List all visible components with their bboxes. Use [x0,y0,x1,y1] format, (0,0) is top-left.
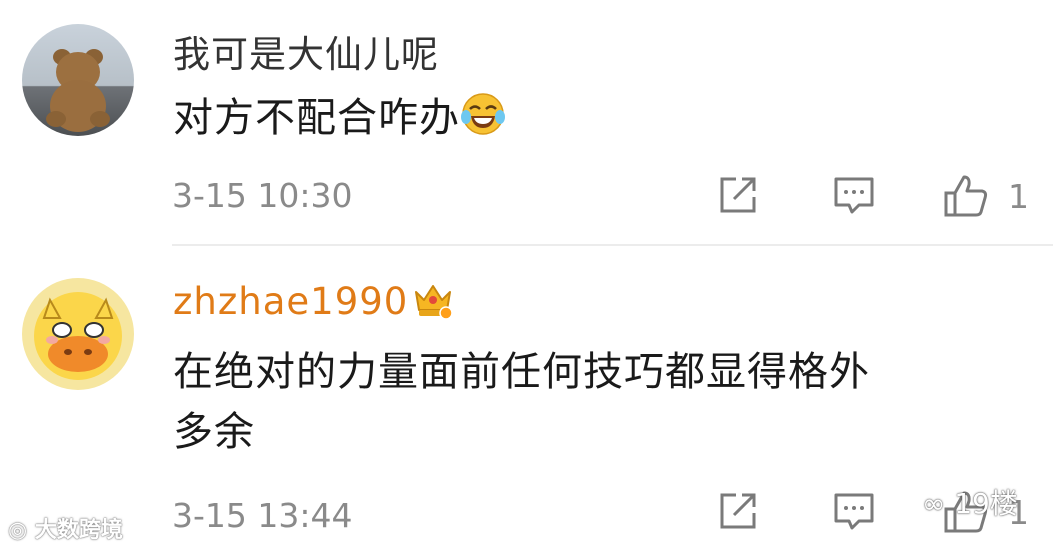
share-icon [720,177,756,213]
comment-item: zhzhae1990 在绝对的力量面前任何技巧都显得格外 多余 3-15 13:… [0,246,1053,544]
comment-actions: 1 [0,173,1053,223]
username[interactable]: zhzhae1990 [173,280,408,323]
comment-text-line: 在绝对的力量面前任何技巧都显得格外 [173,349,870,395]
comment-item: 我可是大仙儿呢 对方不配合咋办 3-15 10:30 1 [0,0,1053,246]
watermark-left-text: 大数跨境 [34,518,123,543]
share-button[interactable] [716,489,762,537]
avatar[interactable] [22,278,134,390]
like-count: 1 [1008,177,1029,216]
comment-text-content: 对方不配合咋办 [173,95,460,141]
comment-icon [834,177,874,214]
avatar[interactable] [22,24,134,136]
watermark-right-text: 19楼 [954,487,1018,520]
crown-badge-icon [412,278,454,324]
watermark-right: ∞ 19楼 [922,482,1018,522]
reply-button[interactable] [832,173,878,221]
share-icon [720,493,756,529]
username[interactable]: 我可是大仙儿呢 [173,24,439,78]
laughing-tears-emoji-icon [460,91,506,154]
thumbs-up-icon [944,175,988,217]
share-button[interactable] [716,173,762,221]
comment-icon [834,493,874,530]
weibo-logo-icon: ◎ [8,518,35,543]
comment-actions: 1 [0,489,1053,539]
wechat-logo-icon: ∞ [922,487,955,520]
reply-button[interactable] [832,489,878,537]
like-button[interactable] [942,173,992,223]
watermark-left: ◎ 大数跨境 [8,512,123,544]
comment-text: 对方不配合咋办 [173,88,506,154]
comment-text-line: 多余 [173,409,255,455]
comment-text: 在绝对的力量面前任何技巧都显得格外 多余 [173,342,1013,462]
